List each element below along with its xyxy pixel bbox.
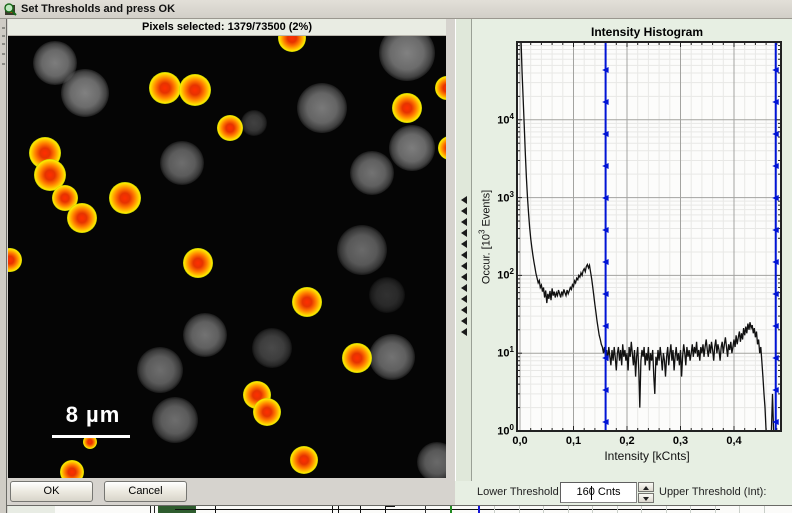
unselected-cell (417, 442, 446, 478)
background-gridline (592, 506, 593, 513)
plot-background (517, 42, 781, 431)
dialog-title: Set Thresholds and press OK (21, 3, 175, 15)
lower-threshold-spinner (638, 482, 654, 503)
selected-cell (67, 203, 97, 233)
unselected-cell (369, 277, 405, 313)
selected-cell (8, 248, 22, 272)
selected-cell (278, 36, 306, 52)
down-arrow-icon (643, 497, 649, 501)
collapse-left-arrow-icon (461, 240, 467, 248)
collapse-left-arrow-icon (461, 295, 467, 303)
collapse-left-arrow-icon (461, 317, 467, 325)
x-tick-label: 0,1 (559, 435, 589, 447)
selected-cell (149, 72, 181, 104)
upper-threshold-label: Upper Threshold (Int): (659, 482, 766, 503)
selected-cell (342, 343, 372, 373)
background-gridline (641, 506, 642, 513)
unselected-cell (183, 313, 227, 357)
collapse-left-arrow-icon (461, 218, 467, 226)
y-axis-label: Occur. [103 Events] (478, 190, 493, 284)
up-arrow-icon (643, 486, 649, 490)
background-gridline (617, 506, 618, 513)
collapse-left-arrow-icon (461, 273, 467, 281)
collapse-left-arrow-icon (461, 262, 467, 270)
background-gridline (543, 506, 544, 513)
x-tick-label: 0,4 (719, 435, 749, 447)
threshold-dialog-icon (3, 2, 17, 16)
unselected-cell (152, 397, 198, 443)
unselected-cell (337, 225, 387, 275)
selected-cell (217, 115, 243, 141)
unselected-cell (297, 83, 347, 133)
background-gridline (494, 506, 495, 513)
background-gridline (739, 506, 740, 513)
background-gridline (715, 506, 716, 513)
selected-cell (292, 287, 322, 317)
unselected-cell (241, 110, 267, 136)
unselected-cell (379, 36, 435, 81)
background-gridline (764, 506, 765, 513)
collapse-left-arrow-icon (461, 328, 467, 336)
unselected-cell (160, 141, 204, 185)
x-axis-label: Intensity [kCnts] (502, 449, 792, 463)
y-tick-label: 100 (472, 423, 514, 438)
histogram-plot[interactable] (472, 19, 792, 481)
x-tick-label: 0,2 (612, 435, 642, 447)
background-window-edge (0, 19, 7, 513)
unselected-cell (137, 347, 183, 393)
set-thresholds-dialog: Set Thresholds and press OK Pixels selec… (0, 0, 792, 513)
background-gridline (519, 506, 520, 513)
lower-threshold-input[interactable]: 160 Cnts (560, 482, 637, 503)
y-tick-label: 104 (472, 112, 514, 127)
selected-cell (438, 136, 446, 160)
selected-cell (179, 74, 211, 106)
collapse-left-arrow-icon (461, 229, 467, 237)
spinner-up-button[interactable] (638, 482, 654, 492)
intensity-histogram-panel: Intensity Histogram 0,00,10,20,30,410410… (472, 19, 792, 481)
selected-cell (253, 398, 281, 426)
selected-cell (60, 460, 84, 478)
selected-cell (290, 446, 318, 474)
selected-cell (183, 248, 213, 278)
x-tick-label: 0,3 (666, 435, 696, 447)
dialog-titlebar[interactable]: Set Thresholds and press OK (0, 0, 792, 19)
background-gridline (666, 506, 667, 513)
unselected-cell (252, 328, 292, 368)
unselected-cell (61, 69, 109, 117)
background-gridline (568, 506, 569, 513)
selected-cell (435, 76, 446, 100)
collapse-left-arrow-icon (461, 196, 467, 204)
collapse-left-arrow-icon (461, 251, 467, 259)
unselected-cell (369, 334, 415, 380)
selected-cell (392, 93, 422, 123)
cancel-button[interactable]: Cancel (104, 481, 187, 502)
panel-collapse-splitter[interactable] (455, 19, 472, 481)
unselected-cell (389, 125, 435, 171)
spinner-down-button[interactable] (638, 493, 654, 503)
pixels-selected-header: Pixels selected: 1379/73500 (2%) (8, 19, 446, 36)
scale-bar-label: 8 µm (46, 402, 140, 428)
microscopy-image-preview: 8 µm (8, 36, 446, 478)
collapse-left-arrow-icon (461, 306, 467, 314)
collapse-left-arrow-icon (461, 207, 467, 215)
y-tick-label: 101 (472, 345, 514, 360)
scale-bar-line (52, 435, 130, 438)
background-gridline (690, 506, 691, 513)
ok-button[interactable]: OK (10, 481, 93, 502)
selected-cell (109, 182, 141, 214)
unselected-cell (350, 151, 394, 195)
background-window-sliver (8, 506, 792, 513)
pixels-selected-text: Pixels selected: 1379/73500 (2%) (142, 21, 312, 33)
collapse-left-arrow-icon (461, 284, 467, 292)
text-caret (591, 486, 592, 500)
